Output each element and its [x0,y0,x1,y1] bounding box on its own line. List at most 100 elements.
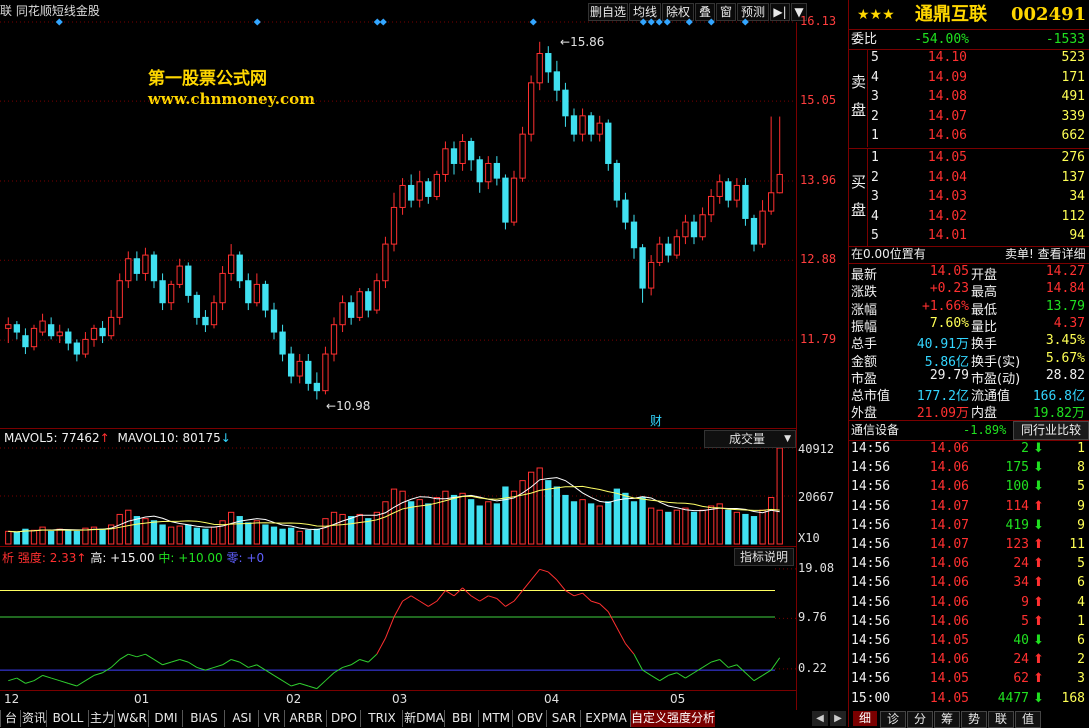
indicator-tab[interactable]: DPO [326,710,361,727]
volume-bar [630,501,638,545]
order-price[interactable]: 14.06 [921,128,967,143]
order-price[interactable]: 14.10 [921,50,967,65]
indicator-tab[interactable]: SAR [546,710,581,727]
strength-line-segment [710,659,720,663]
quote-tab[interactable]: 分 [907,711,933,728]
tick-list[interactable]: 14:56 14.06 2 ⬇ 1 14:56 14.06 175 ⬇ 8 14:56 14.06 10… [849,440,1089,710]
quote-tab[interactable]: 筹 [934,711,960,728]
strength-line-segment [76,680,86,687]
indicator-tab[interactable]: 台 [0,710,21,727]
volume-bar [373,511,381,545]
indicator-tab[interactable]: EXPMA [580,710,631,727]
candle-body [287,353,295,377]
chart-area[interactable]: 联 同花顺短线金股 删自选 均线 除权叠窗预测 ▶| ▼ 第一股票公式网 www.chn… [0,0,848,727]
candle-body [510,177,518,223]
volume-bar [733,511,741,545]
indicator-tab[interactable]: ARBR [284,710,327,727]
candle-body [176,265,183,285]
order-price[interactable]: 14.04 [921,170,967,185]
scroll-right-icon[interactable]: ▶ [830,711,846,726]
quote-tab[interactable]: 诊 [880,711,906,728]
strength-line-segment [565,590,575,597]
finance-marker[interactable]: 财 [650,412,662,429]
volume-bar [493,503,501,545]
volume-bar [767,497,775,545]
volume-bar [150,520,158,545]
mavol10-arrow: ↓ [220,431,231,445]
order-price[interactable]: 14.07 [921,109,967,124]
volume-bar [639,497,646,545]
volume-bar [742,513,749,545]
order-price[interactable]: 14.08 [921,89,967,104]
volume-bar [73,530,81,545]
quote-tab[interactable]: 细 [853,711,877,726]
order-price[interactable]: 14.09 [921,70,967,85]
tick-volume: 419 [1005,517,1029,533]
tick-count: 9 [1077,498,1085,514]
order-price[interactable]: 14.05 [921,150,967,165]
sector-name[interactable]: 通信设备 [851,420,899,440]
indicator-explain-button[interactable]: 指标说明 [734,548,794,566]
volume-bar [613,488,621,545]
candle-body [5,324,12,329]
candle-body [742,184,749,219]
indicator-tab[interactable]: 主力 [88,710,115,727]
indicator-tab[interactable]: BOLL [46,710,89,727]
order-price[interactable]: 14.01 [921,228,967,243]
indicator-tab[interactable]: W&R [114,710,149,727]
tick-count: 6 [1077,575,1085,591]
quote-label: 涨跌 [851,285,878,301]
indicator-tab[interactable]: 资讯 [20,710,47,727]
volume-bar [570,501,578,545]
strength-line-segment [290,682,300,687]
strength-line-segment [676,672,686,679]
indicator-tab[interactable]: BIAS [182,710,225,727]
order-level: 5 [871,50,879,65]
industry-compare-button[interactable]: 同行业比较 [1013,421,1089,440]
order-price[interactable]: 14.03 [921,189,967,204]
strength-line-segment [753,674,763,682]
indicator-tab[interactable]: TRIX [360,710,403,727]
volume-bar [502,486,509,545]
tick-volume: 5 [1021,613,1029,629]
scroll-left-icon[interactable]: ◀ [812,711,828,726]
strength-line-segment [376,638,386,655]
order-level: 1 [871,150,879,165]
event-marker [253,18,261,26]
order-price[interactable]: 14.02 [921,209,967,224]
high-line-label: 高: +15.00 [90,551,155,565]
candle-body [390,206,398,245]
indicator-tab[interactable]: VR [258,710,285,727]
indicator-chart[interactable] [0,546,796,690]
event-marker [663,18,671,26]
view-detail-link[interactable]: 卖单! 查看详细 [1005,246,1086,263]
panel-divider [0,690,796,691]
candle-body [399,184,406,208]
tick-price: 14.06 [929,556,969,572]
indicator-tab[interactable]: BBI [444,710,479,727]
candle-body [442,148,449,175]
candlestick-chart[interactable] [0,0,796,428]
candle-body [99,327,106,337]
volume-chart[interactable] [0,428,796,546]
indicator-tab[interactable]: 新DMA [402,710,445,727]
strength-line-segment [488,595,498,599]
candle-body [433,173,441,197]
volume-tick-label: X10 [798,531,820,545]
candle-body [219,272,226,304]
strength-line-segment [85,674,95,682]
tick-price: 14.06 [929,652,969,668]
indicator-tab[interactable]: DMI [148,710,183,727]
date-tick-label: 03 [392,692,408,706]
candle-body [167,283,175,304]
quote-tab[interactable]: 值 [1015,711,1041,728]
indicator-tab[interactable]: OBV [512,710,547,727]
quote-tab[interactable]: 联 [988,711,1014,728]
tick-volume: 40 [1013,633,1029,648]
indicator-tab[interactable]: 自定义强度分析 [630,710,715,727]
indicator-tab[interactable]: ASI [224,710,259,727]
candle-body [485,162,492,183]
volume-indicator-select[interactable]: 成交量 ▼ [704,430,796,448]
indicator-tab[interactable]: MTM [478,710,513,727]
quote-tab[interactable]: 势 [961,711,987,728]
